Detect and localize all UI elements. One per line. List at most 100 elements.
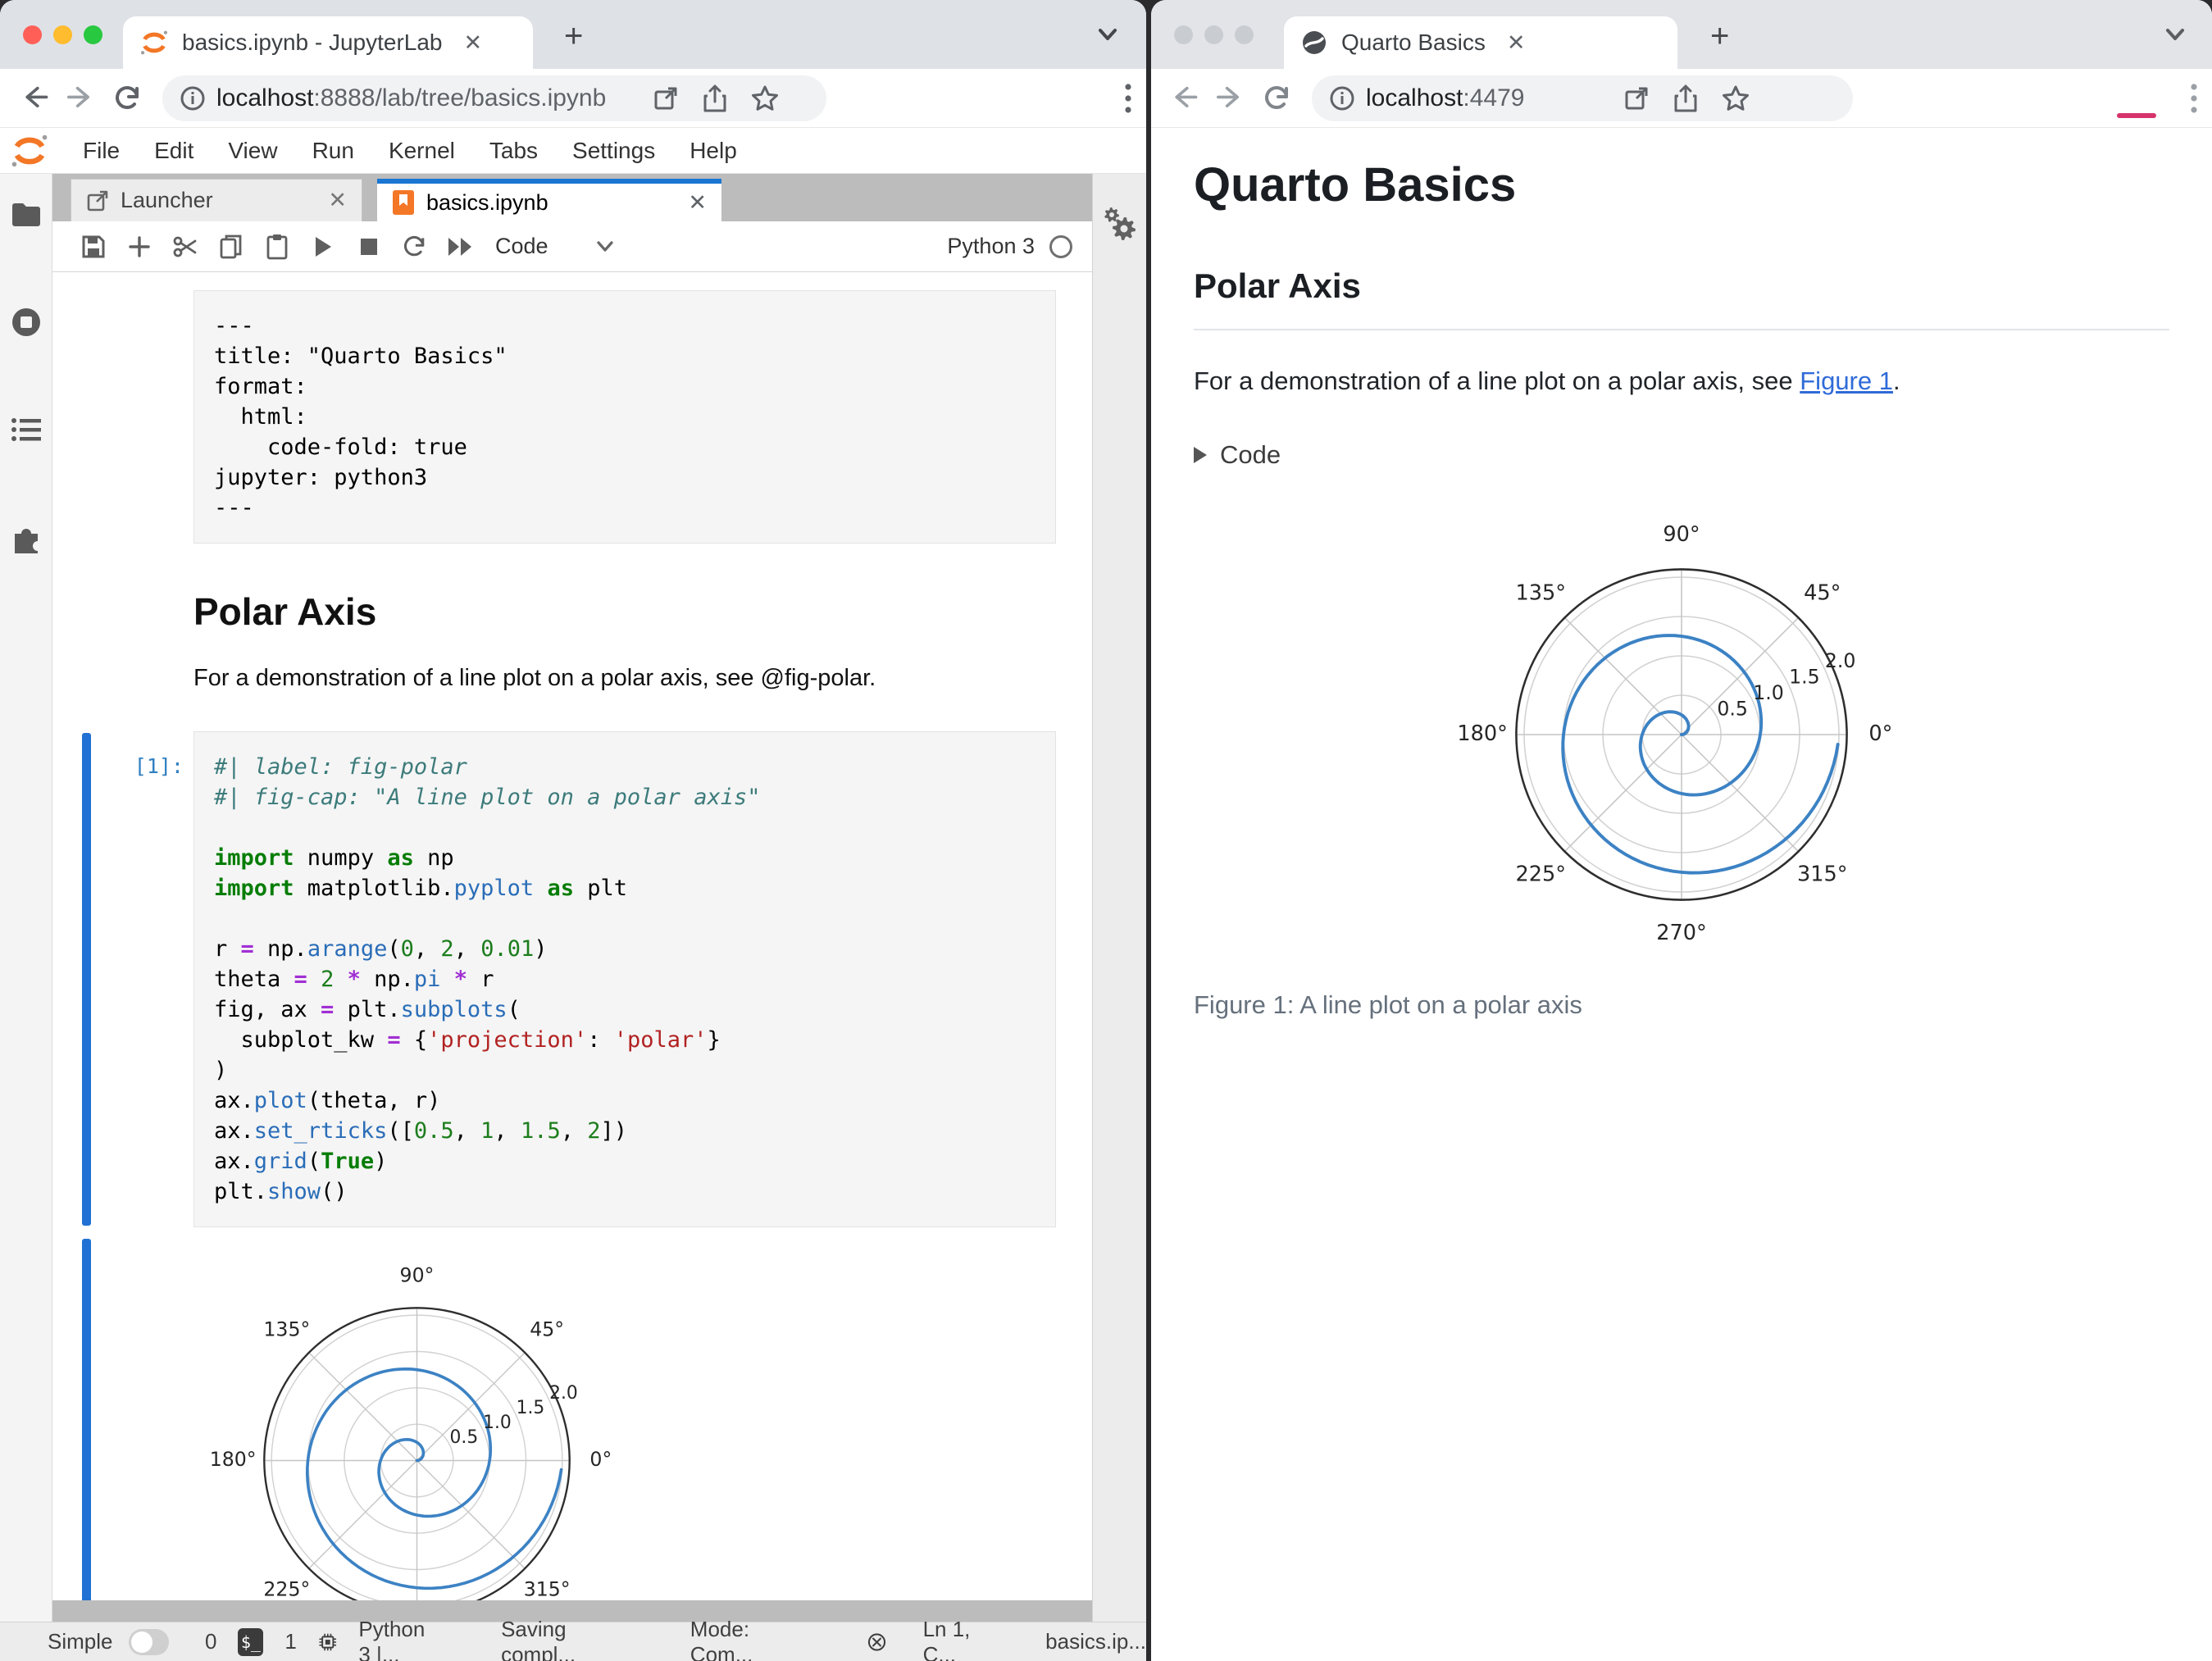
running-icon[interactable] [11, 307, 42, 338]
add-cell-icon[interactable] [116, 229, 162, 265]
window-minimize-button[interactable] [53, 25, 72, 44]
menu-file[interactable]: File [66, 138, 137, 164]
folder-icon[interactable] [11, 202, 42, 228]
window-zoom-button[interactable] [84, 25, 102, 44]
svg-text:180°: 180° [210, 1448, 257, 1471]
tab-launcher-label: Launcher [121, 188, 213, 212]
figure-caption: Figure 1: A line plot on a polar axis [1194, 990, 1582, 1019]
star-icon[interactable] [1721, 84, 1750, 113]
cursor-position[interactable]: Ln 1, C... [923, 1617, 987, 1661]
forward-icon[interactable] [1208, 75, 1254, 121]
tab-close-icon[interactable]: ✕ [1507, 31, 1526, 54]
section-heading: Polar Axis [1194, 266, 1361, 305]
menu-tabs[interactable]: Tabs [472, 138, 555, 164]
back-icon[interactable] [13, 75, 59, 121]
code-fold-toggle[interactable]: Code [1194, 440, 2169, 470]
section-divider [1194, 329, 2169, 330]
reload-icon[interactable] [105, 75, 151, 121]
browser-tab-strip: Quarto Basics ✕ + [1151, 0, 2212, 69]
restart-icon[interactable] [392, 229, 438, 265]
yaml-cell[interactable]: --- title: "Quarto Basics" format: html: c… [52, 290, 1092, 544]
activity-bar [0, 174, 52, 1622]
tab-close-icon[interactable]: ✕ [688, 191, 707, 214]
menu-items: File Edit View Run Kernel Tabs Settings Help [66, 138, 754, 164]
open-in-new-icon[interactable] [652, 84, 680, 112]
fast-forward-icon[interactable] [438, 229, 484, 265]
info-icon[interactable] [1328, 84, 1356, 112]
url-text[interactable]: localhost:8888/lab/tree/basics.ipynb [216, 84, 606, 112]
url-text[interactable]: localhost:4479 [1366, 84, 1524, 112]
document-tab-bar: Launcher ✕ basics.ipynb ✕ [52, 174, 1092, 221]
window-close-button[interactable] [1174, 25, 1193, 44]
figure-1-link[interactable]: Figure 1 [1800, 366, 1893, 395]
kebab-menu-icon[interactable] [1123, 80, 1133, 116]
share-icon[interactable] [1672, 84, 1700, 113]
chevron-down-icon[interactable] [594, 239, 616, 254]
menu-settings[interactable]: Settings [555, 138, 672, 164]
cut-icon[interactable] [162, 229, 208, 265]
menu-view[interactable]: View [211, 138, 294, 164]
kernel-name[interactable]: Python 3 [947, 234, 1035, 259]
toc-icon[interactable] [11, 416, 42, 443]
browser-tab[interactable]: Quarto Basics ✕ [1284, 16, 1677, 69]
kernel-status-text[interactable]: Python 3 |... [358, 1617, 442, 1661]
window-minimize-button[interactable] [1204, 25, 1223, 44]
markdown-cell[interactable]: Polar Axis For a demonstration of a line… [52, 550, 1092, 692]
stop-icon[interactable] [346, 229, 392, 265]
tab-close-icon[interactable]: ✕ [464, 31, 483, 54]
new-tab-button[interactable]: + [564, 18, 583, 55]
forward-icon[interactable] [59, 75, 105, 121]
page-title: Quarto Basics [1194, 158, 1517, 212]
share-icon[interactable] [701, 84, 729, 113]
statusbar-filename[interactable]: basics.ip... [1045, 1629, 1146, 1654]
back-icon[interactable] [1163, 75, 1208, 121]
yaml-cell-source[interactable]: --- title: "Quarto Basics" format: html: c… [193, 290, 1056, 544]
notification-icon[interactable] [867, 1628, 887, 1656]
menu-help[interactable]: Help [672, 138, 754, 164]
star-icon[interactable] [750, 84, 780, 113]
svg-text:1.5: 1.5 [1789, 666, 1820, 689]
output-collapser[interactable] [82, 1239, 91, 1600]
kernel-status-icon[interactable] [1048, 234, 1074, 260]
reload-icon[interactable] [1254, 75, 1300, 121]
address-bar[interactable]: localhost:4479 [1312, 75, 1853, 121]
address-bar[interactable]: localhost:8888/lab/tree/basics.ipynb [162, 75, 826, 121]
browser-tab-title: basics.ipynb - JupyterLab [182, 30, 443, 55]
info-icon[interactable] [179, 84, 207, 112]
extensions-icon[interactable] [10, 521, 43, 554]
window-zoom-button[interactable] [1235, 25, 1254, 44]
window-close-button[interactable] [23, 25, 42, 44]
menu-edit[interactable]: Edit [137, 138, 211, 164]
new-tab-button[interactable]: + [1710, 18, 1729, 55]
menu-kernel[interactable]: Kernel [371, 138, 472, 164]
paste-icon[interactable] [254, 229, 300, 265]
output-cell: 0°45°90°135°180°225°270°315°0.51.01.52.0 [52, 1237, 1092, 1600]
run-icon[interactable] [300, 229, 346, 265]
tab-launcher[interactable]: Launcher ✕ [71, 179, 362, 221]
copy-icon[interactable] [208, 229, 254, 265]
quarto-page: Quarto Basics Polar Axis For a demonstra… [1151, 128, 2212, 1020]
code-cell-source[interactable]: #| label: fig-polar #| fig-cap: "A line p… [193, 731, 1056, 1227]
tab-close-icon[interactable]: ✕ [328, 189, 347, 212]
tab-search-chevron-icon[interactable] [2161, 25, 2189, 44]
settings-gears-icon[interactable] [1102, 207, 1138, 243]
svg-text:1.0: 1.0 [1753, 681, 1784, 704]
input-collapser[interactable] [82, 733, 91, 1226]
terminal-badge-icon[interactable]: $_ [238, 1627, 264, 1656]
cell-type-dropdown[interactable]: Code [495, 234, 548, 259]
jupyterlab-menu-bar: File Edit View Run Kernel Tabs Settings Help [0, 128, 1146, 174]
code-cell[interactable]: [1]: #| label: fig-polar #| fig-cap: "A l… [52, 731, 1092, 1227]
svg-text:45°: 45° [1804, 580, 1841, 605]
kernel-count: 1 [284, 1629, 297, 1654]
open-in-new-icon[interactable] [1623, 84, 1650, 112]
execution-count: [1]: [134, 754, 184, 778]
kebab-menu-icon[interactable] [2189, 80, 2199, 116]
save-icon[interactable] [71, 229, 116, 265]
tab-search-chevron-icon[interactable] [1094, 25, 1122, 44]
tab-basics-ipynb[interactable]: basics.ipynb ✕ [377, 179, 721, 221]
notebook-mode[interactable]: Mode: Com... [690, 1617, 785, 1661]
svg-text:90°: 90° [400, 1264, 435, 1287]
browser-tab[interactable]: basics.ipynb - JupyterLab ✕ [123, 16, 533, 69]
simple-mode-toggle[interactable] [129, 1628, 170, 1655]
menu-run[interactable]: Run [295, 138, 371, 164]
